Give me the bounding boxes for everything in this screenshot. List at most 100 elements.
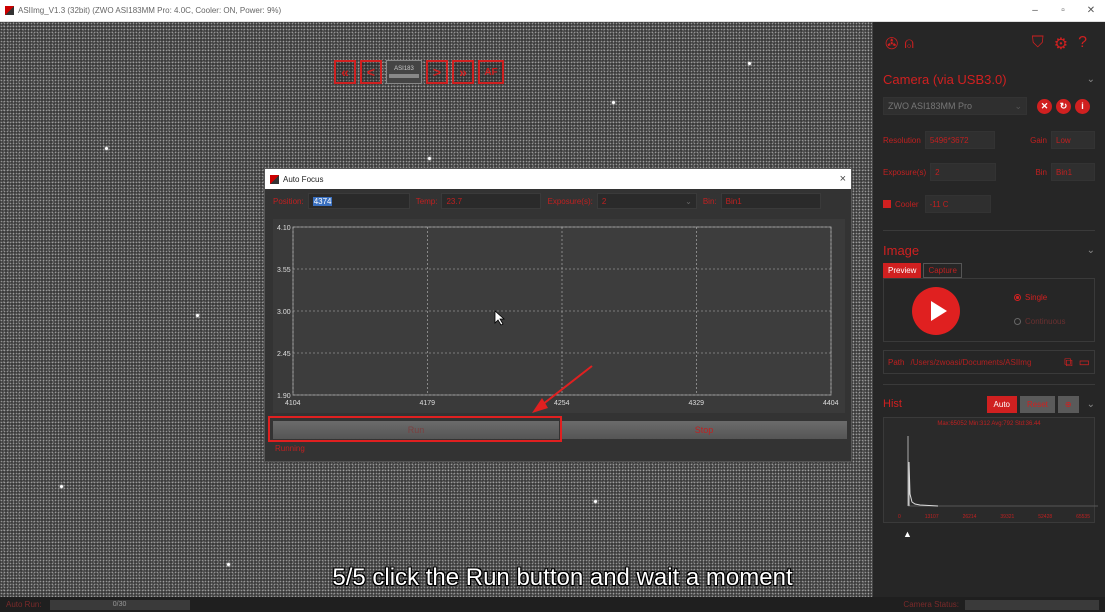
camera-reel-icon[interactable]: ✇ [885, 34, 898, 54]
cooler-row: Cooler -11 C [873, 192, 1105, 216]
y-tick-label: 1.90 [277, 393, 291, 400]
tab-capture[interactable]: Capture [923, 263, 962, 278]
sidebar-bin-label: Bin [1035, 167, 1047, 177]
minimize-button[interactable]: – [1021, 5, 1049, 16]
resolution-value: 5496*3672 [929, 135, 969, 145]
gear-icon[interactable]: ⚙ [1054, 34, 1068, 54]
cooler-target-stepper[interactable]: -11 C [924, 195, 991, 213]
star [60, 485, 63, 488]
sidebar-bin-value: Bin1 [1056, 167, 1073, 177]
hist-reset-button[interactable]: Reset [1020, 395, 1055, 413]
dialog-close-button[interactable]: × [840, 173, 846, 185]
resolution-select[interactable]: 5496*3672 [924, 131, 995, 149]
window-titlebar: ASIImg_V1.3 (32bit) (ZWO ASI183MM Pro: 4… [0, 0, 1105, 22]
hist-tick: 13107 [924, 514, 939, 520]
stop-button[interactable]: Stop [561, 421, 847, 439]
image-section-title: Image [883, 242, 920, 258]
gain-value: Low [1056, 135, 1071, 145]
camera-status-label: Camera Status: [903, 600, 959, 609]
help-icon[interactable]: ? [1078, 34, 1087, 54]
shirt-icon[interactable]: ⛉ [1032, 34, 1044, 54]
resolution-label: Resolution [883, 135, 921, 145]
disconnect-icon[interactable]: ✕ [1037, 98, 1052, 114]
image-section-header[interactable]: Image ⌄ [873, 237, 1105, 263]
last-image-button[interactable]: » [452, 60, 474, 84]
star [594, 500, 597, 503]
mode-single-radio[interactable]: Single [1014, 293, 1047, 302]
resolution-row: Resolution 5496*3672 Gain Low [873, 128, 1105, 152]
cooler-value: -11 C [929, 199, 949, 209]
tutorial-caption: 5/5 click the Run button and wait a mome… [332, 564, 793, 591]
star [196, 314, 199, 317]
star [748, 62, 751, 65]
progress-text: 0/30 [112, 600, 127, 608]
image-tabs: Preview Capture [873, 263, 1105, 278]
refresh-icon[interactable]: ↻ [1056, 98, 1071, 114]
user-icon[interactable]: ⍝ [904, 35, 914, 53]
hist-auto-button[interactable]: Auto [986, 395, 1017, 413]
y-tick-label: 2.45 [277, 351, 291, 358]
dialog-app-icon [270, 174, 279, 184]
chevron-down-icon[interactable]: ⌄ [1087, 399, 1095, 410]
mode-single-label: Single [1025, 293, 1048, 302]
gain-select[interactable]: Low [1051, 131, 1095, 149]
chevron-down-icon: ⌄ [685, 196, 692, 206]
previous-image-button[interactable]: < [360, 60, 382, 84]
dialog-title: Auto Focus [283, 174, 324, 184]
next-image-button[interactable]: > [426, 60, 448, 84]
chevron-down-icon[interactable]: ⌄ [1087, 74, 1095, 85]
camera-select-row: ZWO ASI183MM Pro ⌄ ✕ ↻ i [873, 92, 1105, 120]
camera-name: ZWO ASI183MM Pro [888, 101, 973, 111]
camera-section-header[interactable]: Camera (via USB3.0) ⌄ [873, 66, 1105, 92]
auto-focus-button[interactable]: AF [478, 60, 504, 84]
hist-tick: 65535 [1076, 514, 1090, 520]
sidebar-toolbar-right: ⛉ ⚙ ? [1032, 34, 1093, 54]
folder-select-icon[interactable]: ⧉ [1064, 355, 1073, 370]
x-tick-label: 4104 [285, 400, 301, 407]
app-logo-icon [5, 6, 14, 15]
thumbnail-label: ASI183 [394, 66, 414, 72]
star [428, 157, 431, 160]
section-divider [883, 230, 1095, 231]
tab-preview[interactable]: Preview [883, 263, 922, 278]
cooler-checkbox[interactable] [883, 200, 891, 208]
hist-section-header: Hist Auto Reset ⊕ ⌄ [873, 393, 1105, 415]
info-icon[interactable]: i [1075, 98, 1090, 114]
hist-slider-handle[interactable]: ▲ [903, 529, 1105, 539]
folder-open-icon[interactable]: ▭ [1079, 355, 1090, 369]
chevron-down-icon[interactable]: ⌄ [1087, 245, 1095, 256]
image-thumbnail[interactable]: ASI183 [386, 60, 422, 84]
path-value[interactable]: /Users/zwoasi/Documents/ASIImg [910, 358, 1031, 367]
maximize-button[interactable]: ▫ [1049, 5, 1077, 16]
window-close-button[interactable]: ✕ [1077, 5, 1105, 16]
hist-axis: 0 13107 26214 39321 52428 65535 [898, 514, 1090, 520]
x-tick-label: 4404 [823, 400, 839, 407]
chevron-down-icon: ⌄ [1014, 100, 1022, 111]
start-preview-button[interactable] [912, 287, 960, 335]
cooler-label: Cooler [895, 199, 919, 209]
bin-select[interactable]: Bin1 [720, 193, 821, 209]
camera-select[interactable]: ZWO ASI183MM Pro ⌄ [883, 97, 1027, 115]
pointer-arrow-icon [532, 365, 593, 413]
position-value: 4374 [312, 196, 333, 206]
y-tick-label: 4.10 [277, 225, 291, 232]
sidebar-exposure-value: 2 [935, 167, 940, 177]
hist-tick: 39321 [1000, 514, 1015, 520]
star [105, 147, 108, 150]
first-image-button[interactable]: « [334, 60, 356, 84]
position-input[interactable]: 4374 [307, 193, 410, 209]
sidebar-bin-select[interactable]: Bin1 [1051, 163, 1095, 181]
window-title: ASIImg_V1.3 (32bit) (ZWO ASI183MM Pro: 4… [18, 6, 282, 15]
mode-continuous-radio[interactable]: Continuous [1014, 317, 1065, 326]
sidebar-exposure-select[interactable]: 2 [930, 163, 997, 181]
sidebar-exposure-label: Exposure(s) [883, 167, 927, 177]
gain-label: Gain [1030, 135, 1047, 145]
y-tick-label: 3.00 [277, 309, 291, 316]
hist-tick: 52428 [1038, 514, 1053, 520]
temp-label: Temp: [415, 196, 438, 206]
exposure-select[interactable]: 2 ⌄ [596, 193, 697, 209]
zoom-in-icon[interactable]: ⊕ [1057, 395, 1079, 413]
hist-tick: 0 [898, 514, 901, 520]
temp-value: 23.7 [446, 196, 463, 206]
bin-value: Bin1 [725, 196, 742, 206]
